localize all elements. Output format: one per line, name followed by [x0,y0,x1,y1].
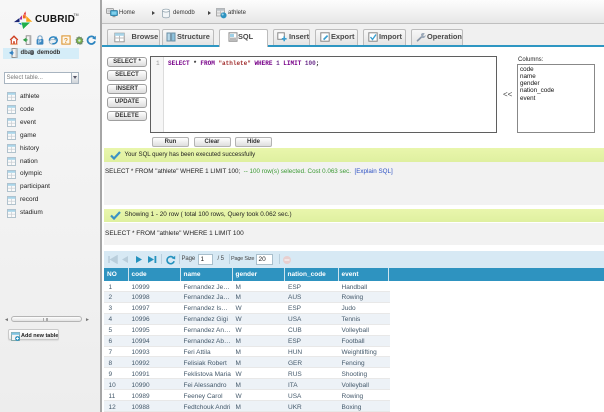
svg-text:?: ? [64,38,68,45]
